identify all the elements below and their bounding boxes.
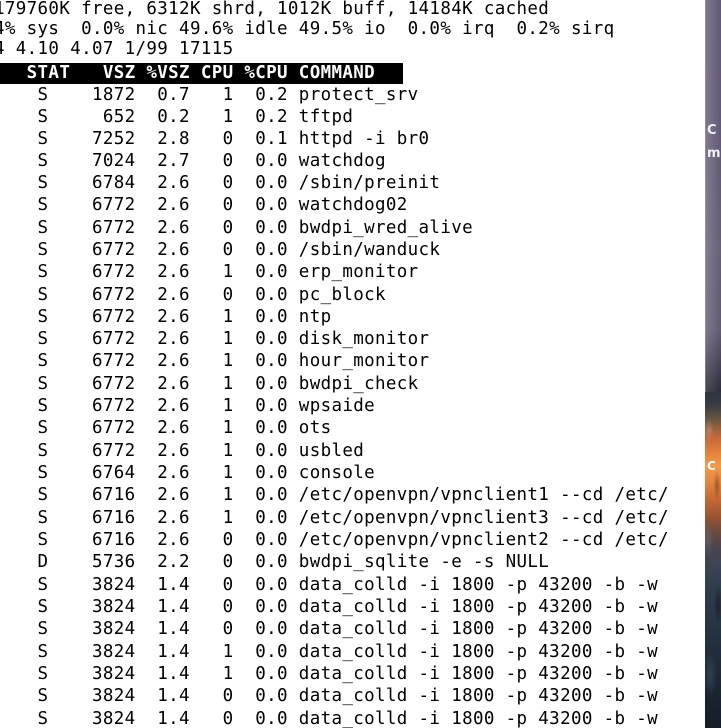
background-window-glyph-3: C xyxy=(707,460,716,473)
table-row[interactable]: S 3824 1.4 0 0.0 data_colld -i 1800 -p 4… xyxy=(0,687,658,706)
table-row[interactable]: S 6772 2.6 0 0.0 watchdog02 xyxy=(0,196,408,215)
table-row[interactable]: S 7252 2.8 0 0.1 httpd -i br0 xyxy=(0,130,430,149)
table-row[interactable]: S 6772 2.6 1 0.0 ntp xyxy=(0,308,332,327)
table-row[interactable]: S 6772 2.6 1 0.0 hour_monitor xyxy=(0,352,430,371)
table-row[interactable]: S 6716 2.6 0 0.0 /etc/openvpn/vpnclient2… xyxy=(0,531,669,550)
table-row[interactable]: S 6784 2.6 0 0.0 /sbin/preinit xyxy=(0,174,440,193)
table-row[interactable]: S 6716 2.6 1 0.0 /etc/openvpn/vpnclient3… xyxy=(0,509,669,528)
table-row[interactable]: S 6772 2.6 1 0.0 erp_monitor xyxy=(0,263,419,282)
table-row[interactable]: S 652 0.2 1 0.2 tftpd xyxy=(0,108,353,127)
top-memory-summary-line: 179760K free, 6312K shrd, 1012K buff, 14… xyxy=(0,0,550,19)
table-row[interactable]: S 6772 2.6 1 0.0 bwdpi_check xyxy=(0,375,419,394)
background-window-glyph-2: m xyxy=(707,147,721,160)
table-row[interactable]: S 3824 1.4 0 0.0 data_colld -i 1800 -p 4… xyxy=(0,710,658,728)
table-row[interactable]: S 6772 2.6 1 0.0 ots xyxy=(0,419,332,438)
table-row[interactable]: S 6772 2.6 1 0.0 disk_monitor xyxy=(0,330,430,349)
table-row[interactable]: S 3824 1.4 1 0.0 data_colld -i 1800 -p 4… xyxy=(0,665,658,684)
process-table-header: STAT VSZ %VSZ CPU %CPU COMMAND xyxy=(0,63,403,84)
background-window-edge[interactable] xyxy=(705,0,721,392)
table-row[interactable]: S 1872 0.7 1 0.2 protect_srv xyxy=(0,86,419,105)
process-table-header-text: STAT VSZ %VSZ CPU %CPU COMMAND xyxy=(0,63,376,83)
top-load-average-line: 4 4.10 4.07 1/99 17115 xyxy=(0,39,234,59)
table-row[interactable]: S 6772 2.6 0 0.0 pc_block xyxy=(0,286,386,305)
table-row[interactable]: D 5736 2.2 0 0.0 bwdpi_sqlite -e -s NULL xyxy=(0,553,549,572)
terminal-screen[interactable]: 179760K free, 6312K shrd, 1012K buff, 14… xyxy=(0,0,705,728)
table-row[interactable]: S 6716 2.6 1 0.0 /etc/openvpn/vpnclient1… xyxy=(0,486,669,505)
table-row[interactable]: S 3824 1.4 0 0.0 data_colld -i 1800 -p 4… xyxy=(0,598,658,617)
table-row[interactable]: S 3824 1.4 1 0.0 data_colld -i 1800 -p 4… xyxy=(0,643,658,662)
background-window-glyph-1: C xyxy=(707,124,717,137)
table-row[interactable]: S 7024 2.7 0 0.0 watchdog xyxy=(0,152,386,171)
table-row[interactable]: S 6772 2.6 0 0.0 /sbin/wanduck xyxy=(0,241,440,260)
table-row[interactable]: S 3824 1.4 0 0.0 data_colld -i 1800 -p 4… xyxy=(0,620,658,639)
terminal-window[interactable]: 179760K free, 6312K shrd, 1012K buff, 14… xyxy=(0,0,705,728)
table-row[interactable]: S 6764 2.6 1 0.0 console xyxy=(0,464,375,483)
table-row[interactable]: S 6772 2.6 1 0.0 usbled xyxy=(0,442,364,461)
table-row[interactable]: S 6772 2.6 0 0.0 bwdpi_wred_alive xyxy=(0,219,473,238)
top-cpu-summary-line: 4% sys 0.0% nic 49.6% idle 49.5% io 0.0%… xyxy=(0,19,615,39)
table-row[interactable]: S 6772 2.6 1 0.0 wpsaide xyxy=(0,397,375,416)
table-row[interactable]: S 3824 1.4 0 0.0 data_colld -i 1800 -p 4… xyxy=(0,576,658,595)
